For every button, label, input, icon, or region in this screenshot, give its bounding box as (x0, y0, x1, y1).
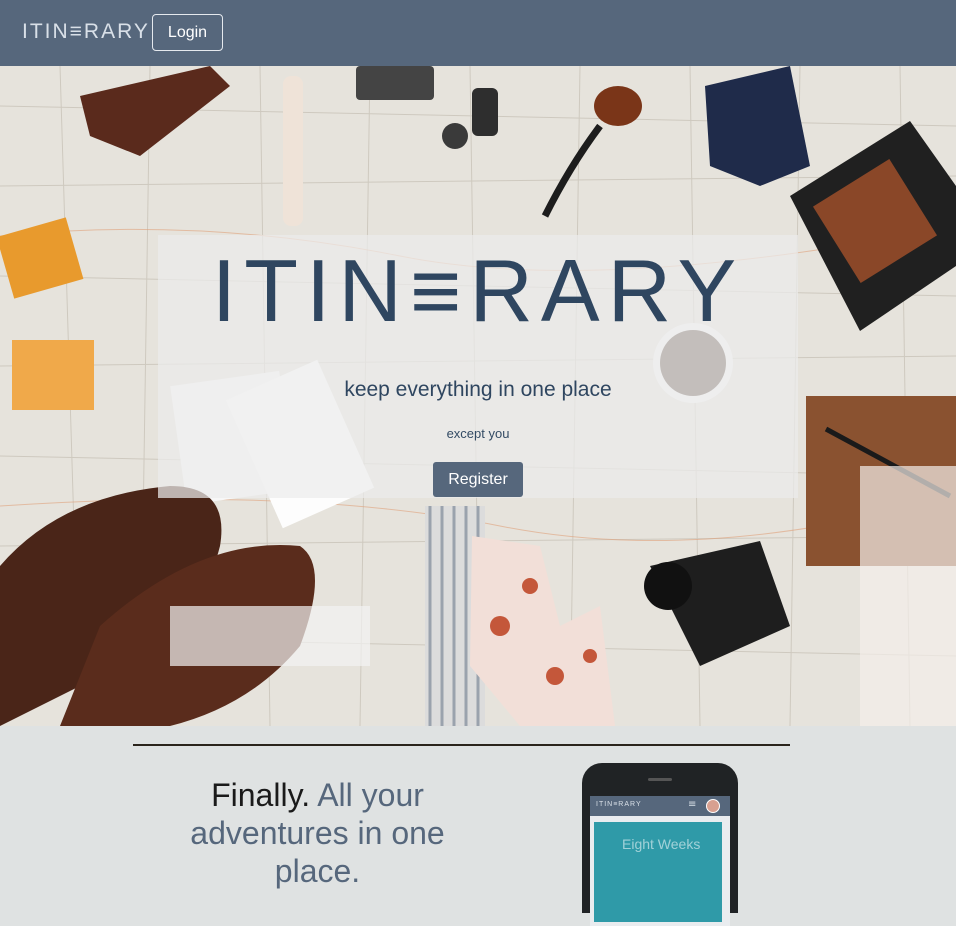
hero-tagline: keep everything in one place (344, 378, 612, 401)
feature-headline: Finally. All your adventures in one plac… (160, 776, 475, 890)
phone-trip-title: Eight Weeks (622, 836, 701, 852)
phone-speaker (648, 778, 672, 781)
feature-section: Finally. All your adventures in one plac… (0, 726, 956, 926)
hamburger-menu-icon: ≡ (688, 799, 697, 810)
hero-card: ITIN≡RARY keep everything in one place e… (158, 235, 798, 498)
phone-screen: ITIN≡RARY ≡ Eight Weeks (590, 796, 730, 926)
hero-section: ITIN≡RARY keep everything in one place e… (0, 66, 956, 726)
phone-mockup: ITIN≡RARY ≡ Eight Weeks (582, 763, 738, 926)
phone-navbar: ITIN≡RARY ≡ (590, 796, 730, 816)
headline-emphasis: Finally. (211, 777, 311, 813)
hero-logo: ITIN≡RARY (211, 241, 745, 340)
phone-brand: ITIN≡RARY (596, 801, 642, 808)
navbar: ITIN≡RARY Login (0, 0, 956, 66)
login-button[interactable]: Login (152, 14, 223, 51)
register-button[interactable]: Register (433, 462, 523, 497)
avatar (706, 799, 720, 813)
phone-trip-image: Eight Weeks (594, 822, 722, 922)
navbar-brand-logo[interactable]: ITIN≡RARY (22, 20, 150, 44)
hero-subtagline: except you (446, 426, 510, 441)
section-divider (133, 744, 790, 746)
